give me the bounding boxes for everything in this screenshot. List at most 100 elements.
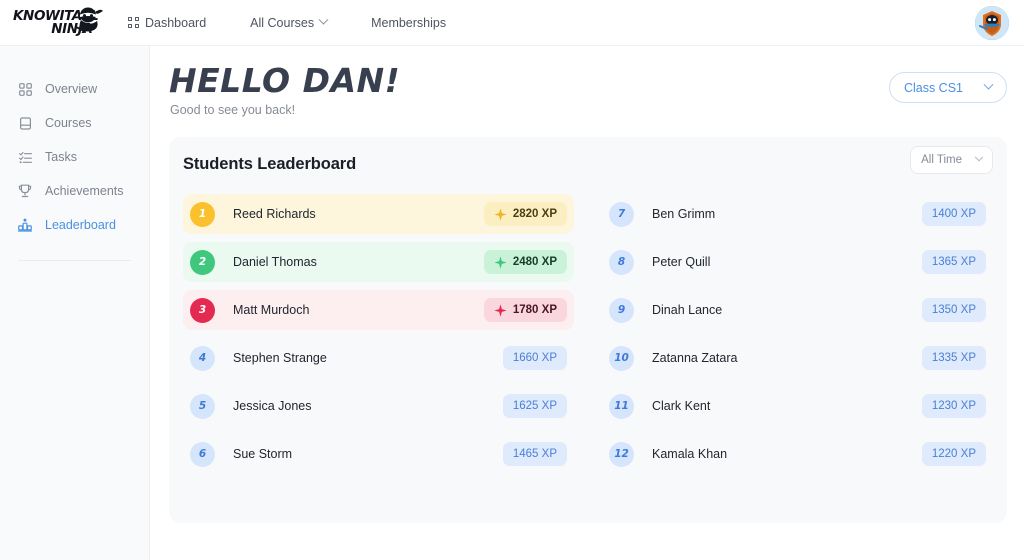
rank-badge: 2 (190, 249, 215, 275)
leaderboard-right-column: 7 Ben Grimm 1400 XP 8 Peter Quill 1365 X… (588, 194, 1007, 482)
nav-link-all-courses-label: All Courses (250, 15, 315, 30)
student-name: Stephen Strange (233, 351, 327, 365)
xp-badge: 1220 XP (921, 442, 986, 466)
table-row[interactable]: 6 Sue Storm 1465 XP (183, 434, 574, 474)
xp-badge: 1625 XP (502, 394, 567, 418)
xp-value: 2480 XP (512, 256, 557, 268)
rank-badge: 4 (190, 345, 215, 371)
student-name: Zatanna Zatara (652, 351, 738, 365)
table-row[interactable]: 4 Stephen Strange 1660 XP (183, 338, 574, 378)
xp-value: 1400 XP (931, 208, 976, 220)
table-row[interactable]: 9 Dinah Lance 1350 XP (602, 290, 993, 330)
leaderboard-card: Students Leaderboard All Time 1 Reed Ric… (169, 137, 1007, 523)
table-row[interactable]: 1 Reed Richards 2820 XP (183, 194, 574, 234)
time-filter-label: All Time (921, 154, 962, 166)
student-name: Sue Storm (233, 447, 293, 461)
student-name: Matt Murdoch (233, 303, 310, 317)
sidebar-item-leaderboard-label: Leaderboard (45, 218, 116, 232)
table-row[interactable]: 5 Jessica Jones 1625 XP (183, 386, 574, 426)
xp-badge: 2820 XP (483, 202, 567, 226)
grid-icon (128, 17, 139, 28)
student-name: Clark Kent (652, 399, 711, 413)
xp-badge: 1335 XP (921, 346, 986, 370)
nav-link-memberships[interactable]: Memberships (371, 16, 446, 30)
time-filter-dropdown[interactable]: All Time (910, 146, 993, 174)
student-name: Ben Grimm (652, 207, 716, 221)
xp-badge: 1365 XP (921, 250, 986, 274)
xp-badge: 1400 XP (921, 202, 986, 226)
table-row[interactable]: 10 Zatanna Zatara 1335 XP (602, 338, 993, 378)
leaderboard-title: Students Leaderboard (183, 155, 357, 173)
main-content: HELLO DAN! Good to see you back! Class C… (150, 46, 1024, 560)
rank-badge: 8 (609, 249, 634, 275)
nav-link-all-courses[interactable]: All Courses (250, 14, 329, 30)
xp-badge: 2480 XP (483, 250, 567, 274)
chevron-down-icon (974, 152, 984, 162)
rank-badge: 3 (190, 297, 215, 323)
task-list-icon (18, 150, 32, 164)
trophy-icon (18, 184, 32, 198)
table-row[interactable]: 8 Peter Quill 1365 XP (602, 242, 993, 282)
chevron-down-icon (983, 79, 994, 90)
xp-badge: 1350 XP (921, 298, 986, 322)
leaderboard-columns: 1 Reed Richards 2820 XP 2 Daniel Thomas (169, 194, 1007, 482)
nav-link-dashboard-label: Dashboard (145, 15, 207, 30)
student-name: Jessica Jones (233, 399, 312, 413)
grid-icon (18, 82, 32, 96)
sidebar-item-tasks[interactable]: Tasks (0, 140, 149, 174)
leaderboard-left-column: 1 Reed Richards 2820 XP 2 Daniel Thomas (169, 194, 588, 482)
book-icon (18, 116, 32, 130)
sidebar-item-achievements[interactable]: Achievements (0, 174, 149, 208)
sidebar-item-tasks-label: Tasks (45, 150, 77, 164)
sparkle-icon (494, 303, 507, 317)
sparkle-icon (494, 207, 507, 221)
xp-value: 1220 XP (931, 448, 976, 460)
table-row[interactable]: 12 Kamala Khan 1220 XP (602, 434, 993, 474)
xp-value: 1335 XP (931, 352, 976, 364)
sidebar-item-courses-label: Courses (45, 116, 92, 130)
xp-badge: 1660 XP (502, 346, 567, 370)
sparkle-icon (494, 255, 507, 269)
rank-badge: 6 (190, 441, 215, 467)
xp-value: 1350 XP (931, 304, 976, 316)
sidebar: Overview Courses Tasks Achievements Lead… (0, 46, 150, 560)
xp-badge: 1780 XP (483, 298, 567, 322)
rank-badge: 11 (609, 393, 634, 419)
top-navigation-bar: KNOWITALL NINJA Dashboard All Courses Me… (0, 0, 1024, 46)
rank-badge: 9 (609, 297, 634, 323)
nav-link-memberships-label: Memberships (371, 15, 447, 30)
xp-value: 1365 XP (931, 256, 976, 268)
podium-icon (18, 218, 32, 232)
class-selector-label: Class CS1 (903, 80, 963, 95)
class-selector-dropdown[interactable]: Class CS1 (888, 72, 1007, 103)
rank-badge: 1 (190, 201, 215, 227)
table-row[interactable]: 3 Matt Murdoch 1780 XP (183, 290, 574, 330)
page-subtitle: Good to see you back! (170, 103, 296, 117)
ninja-logo-icon (75, 7, 103, 33)
table-row[interactable]: 7 Ben Grimm 1400 XP (602, 194, 993, 234)
xp-value: 1230 XP (931, 400, 976, 412)
rank-badge: 7 (609, 201, 634, 227)
user-avatar-icon (975, 6, 1009, 40)
xp-value: 1625 XP (512, 400, 557, 412)
xp-badge: 1465 XP (502, 442, 567, 466)
student-name: Daniel Thomas (233, 255, 317, 269)
rank-badge: 10 (609, 345, 634, 371)
student-name: Peter Quill (652, 255, 711, 269)
table-row[interactable]: 2 Daniel Thomas 2480 XP (183, 242, 574, 282)
rank-badge: 5 (190, 393, 215, 419)
avatar[interactable] (975, 6, 1009, 40)
xp-value: 2820 XP (512, 208, 557, 220)
page-title: HELLO DAN! (169, 61, 401, 100)
rank-badge: 12 (609, 441, 634, 467)
sidebar-item-leaderboard[interactable]: Leaderboard (0, 208, 149, 242)
table-row[interactable]: 11 Clark Kent 1230 XP (602, 386, 993, 426)
xp-badge: 1230 XP (921, 394, 986, 418)
student-name: Reed Richards (233, 207, 316, 221)
sidebar-item-overview[interactable]: Overview (0, 72, 149, 106)
sidebar-item-courses[interactable]: Courses (0, 106, 149, 140)
sidebar-item-overview-label: Overview (45, 82, 98, 96)
sidebar-item-achievements-label: Achievements (45, 184, 124, 198)
xp-value: 1660 XP (512, 352, 557, 364)
sidebar-divider (18, 260, 131, 261)
